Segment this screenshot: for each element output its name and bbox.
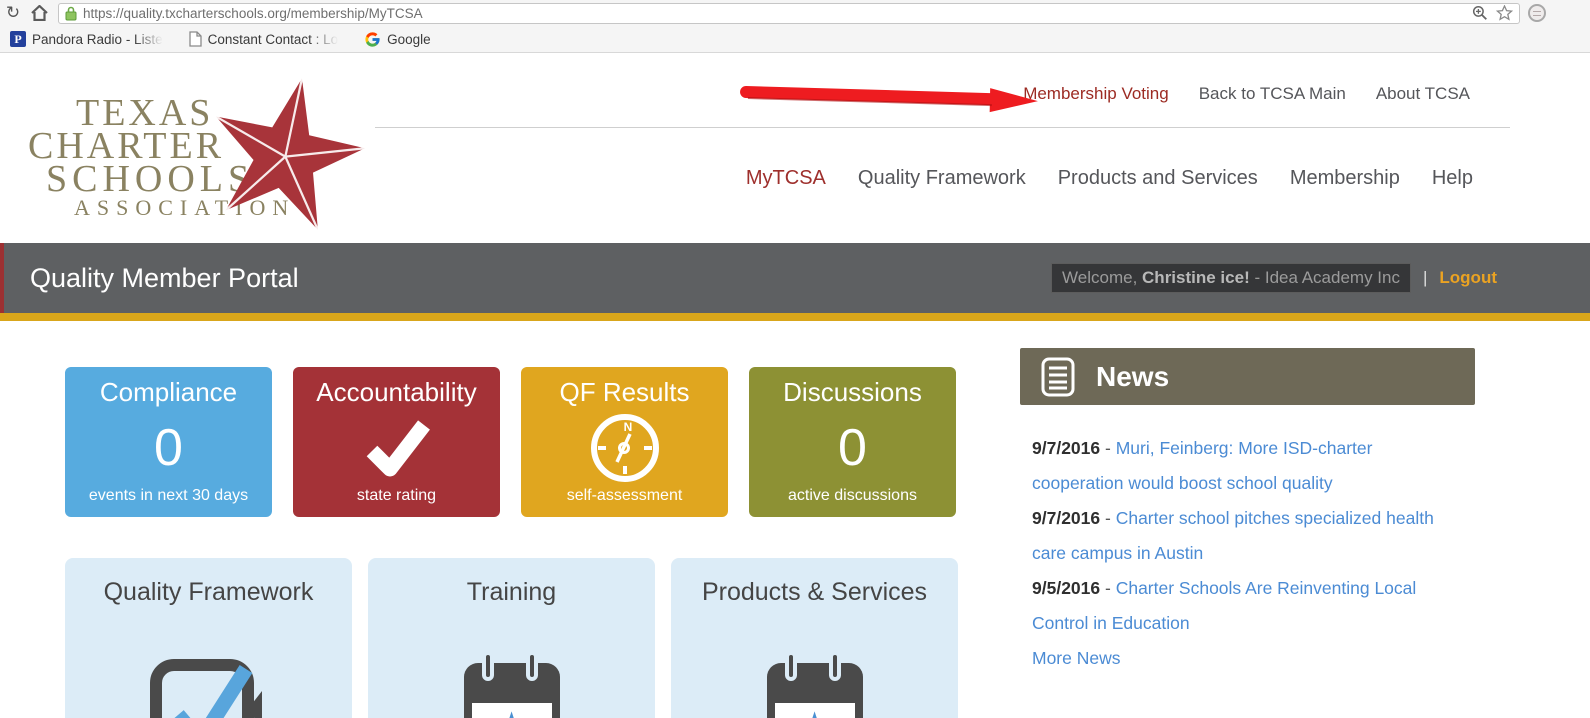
tile-title: Discussions [783,377,922,408]
left-edge-sliver [0,243,4,321]
tile-discussions[interactable]: Discussions 0 active discussions [749,367,956,517]
main-nav: MyTCSA Quality Framework Products and Se… [746,167,1473,190]
tab-mytcsa[interactable]: MyTCSA [746,167,826,190]
star-icon [191,56,382,251]
compliance-count: 0 [154,422,183,474]
bookmark-label: Pandora Radio - Liste [32,32,163,47]
tile-title: Quality Framework [65,578,352,607]
checkmark-icon [364,419,430,477]
stat-tile-row: Compliance 0 events in next 30 days Acco… [65,367,956,517]
tile-title: QF Results [559,377,689,408]
home-icon[interactable] [26,1,52,25]
url-text: https://quality.txcharterschools.org/mem… [83,6,1472,21]
tab-membership[interactable]: Membership [1290,167,1400,190]
welcome-message: Welcome, Christine ice! - Idea Academy I… [1051,263,1411,293]
bookmark-constant-contact[interactable]: Constant Contact : Lo [189,31,339,47]
clipboard-check-icon [144,651,274,718]
tile-title: Training [368,578,655,607]
tab-products-and-services[interactable]: Products and Services [1058,167,1258,190]
zoom-icon[interactable] [1472,5,1488,21]
bookmark-label: Constant Contact : Lo [208,32,339,47]
tile-caption: state rating [357,487,436,505]
tile-quality-framework[interactable]: Quality Framework [65,558,352,718]
bookmark-label: Google [387,32,431,47]
utility-nav: Membership Voting Back to TCSA Main Abou… [1023,84,1470,104]
separator: | [1423,268,1427,288]
reload-icon[interactable]: ↻ [0,1,26,25]
google-icon [364,31,381,48]
news-title: News [1096,361,1169,393]
page-icon [189,31,202,47]
browser-toolbar: ↻ https://quality.txcharterschools.org/m… [0,0,1590,26]
tile-caption: self-assessment [567,487,683,505]
news-date: 9/7/2016 [1032,438,1100,458]
user-name: Christine ice! [1142,268,1250,287]
tab-quality-framework[interactable]: Quality Framework [858,167,1026,190]
padlock-icon [65,6,77,21]
calendar-star-icon: ★ [767,651,863,718]
tab-help[interactable]: Help [1432,167,1473,190]
logout-link[interactable]: Logout [1439,268,1497,288]
tile-caption: active discussions [788,487,917,505]
news-date: 9/5/2016 [1032,578,1100,598]
tile-title: Accountability [316,377,476,408]
news-item: 9/5/2016 - Charter Schools Are Reinventi… [1032,571,1465,641]
news-date: 9/7/2016 [1032,508,1100,528]
tile-products-services[interactable]: Products & Services ★ [671,558,958,718]
news-item: 9/7/2016 - Muri, Feinberg: More ISD-char… [1032,431,1465,501]
news-panel: News 9/7/2016 - Muri, Feinberg: More ISD… [1020,348,1475,676]
nav-about-tcsa[interactable]: About TCSA [1376,84,1470,104]
calendar-star-icon: ★ [464,651,560,718]
tile-compliance[interactable]: Compliance 0 events in next 30 days [65,367,272,517]
tile-title: Compliance [100,377,237,408]
nav-membership-voting[interactable]: Membership Voting [1023,84,1169,104]
tile-qf-results[interactable]: QF Results N self-assessment [521,367,728,517]
news-header: News [1020,348,1475,405]
pandora-icon: P [10,31,26,47]
svg-text:N: N [623,420,632,434]
nav-back-to-tcsa-main[interactable]: Back to TCSA Main [1199,84,1346,104]
gold-accent-bar [0,313,1590,321]
news-list: 9/7/2016 - Muri, Feinberg: More ISD-char… [1020,405,1475,676]
tile-caption: events in next 30 days [89,487,248,505]
browser-extension-icon[interactable] [1528,4,1546,22]
bookmark-pandora[interactable]: P Pandora Radio - Liste [10,31,163,47]
bookmark-star-icon[interactable] [1496,5,1513,21]
news-item: 9/7/2016 - Charter school pitches specia… [1032,501,1465,571]
header-divider [375,127,1510,128]
discussions-count: 0 [838,422,867,474]
compass-icon: N [587,410,663,486]
more-news-link[interactable]: More News [1032,641,1465,676]
tcsa-logo[interactable]: TEXAS CHARTER SCHOOLS ASSOCIATION [28,73,408,238]
tile-training[interactable]: Training ★ [368,558,655,718]
tile-accountability[interactable]: Accountability state rating [293,367,500,517]
portal-banner: Quality Member Portal Welcome, Christine… [0,243,1590,313]
link-tile-row: Quality Framework Training ★ Products & … [65,558,958,718]
page-title: Quality Member Portal [30,263,299,294]
address-bar[interactable]: https://quality.txcharterschools.org/mem… [58,3,1520,24]
news-icon [1040,356,1076,398]
tile-title: Products & Services [671,578,958,607]
bookmark-google[interactable]: Google [364,31,431,48]
bookmarks-bar: P Pandora Radio - Liste Constant Contact… [0,26,1590,53]
